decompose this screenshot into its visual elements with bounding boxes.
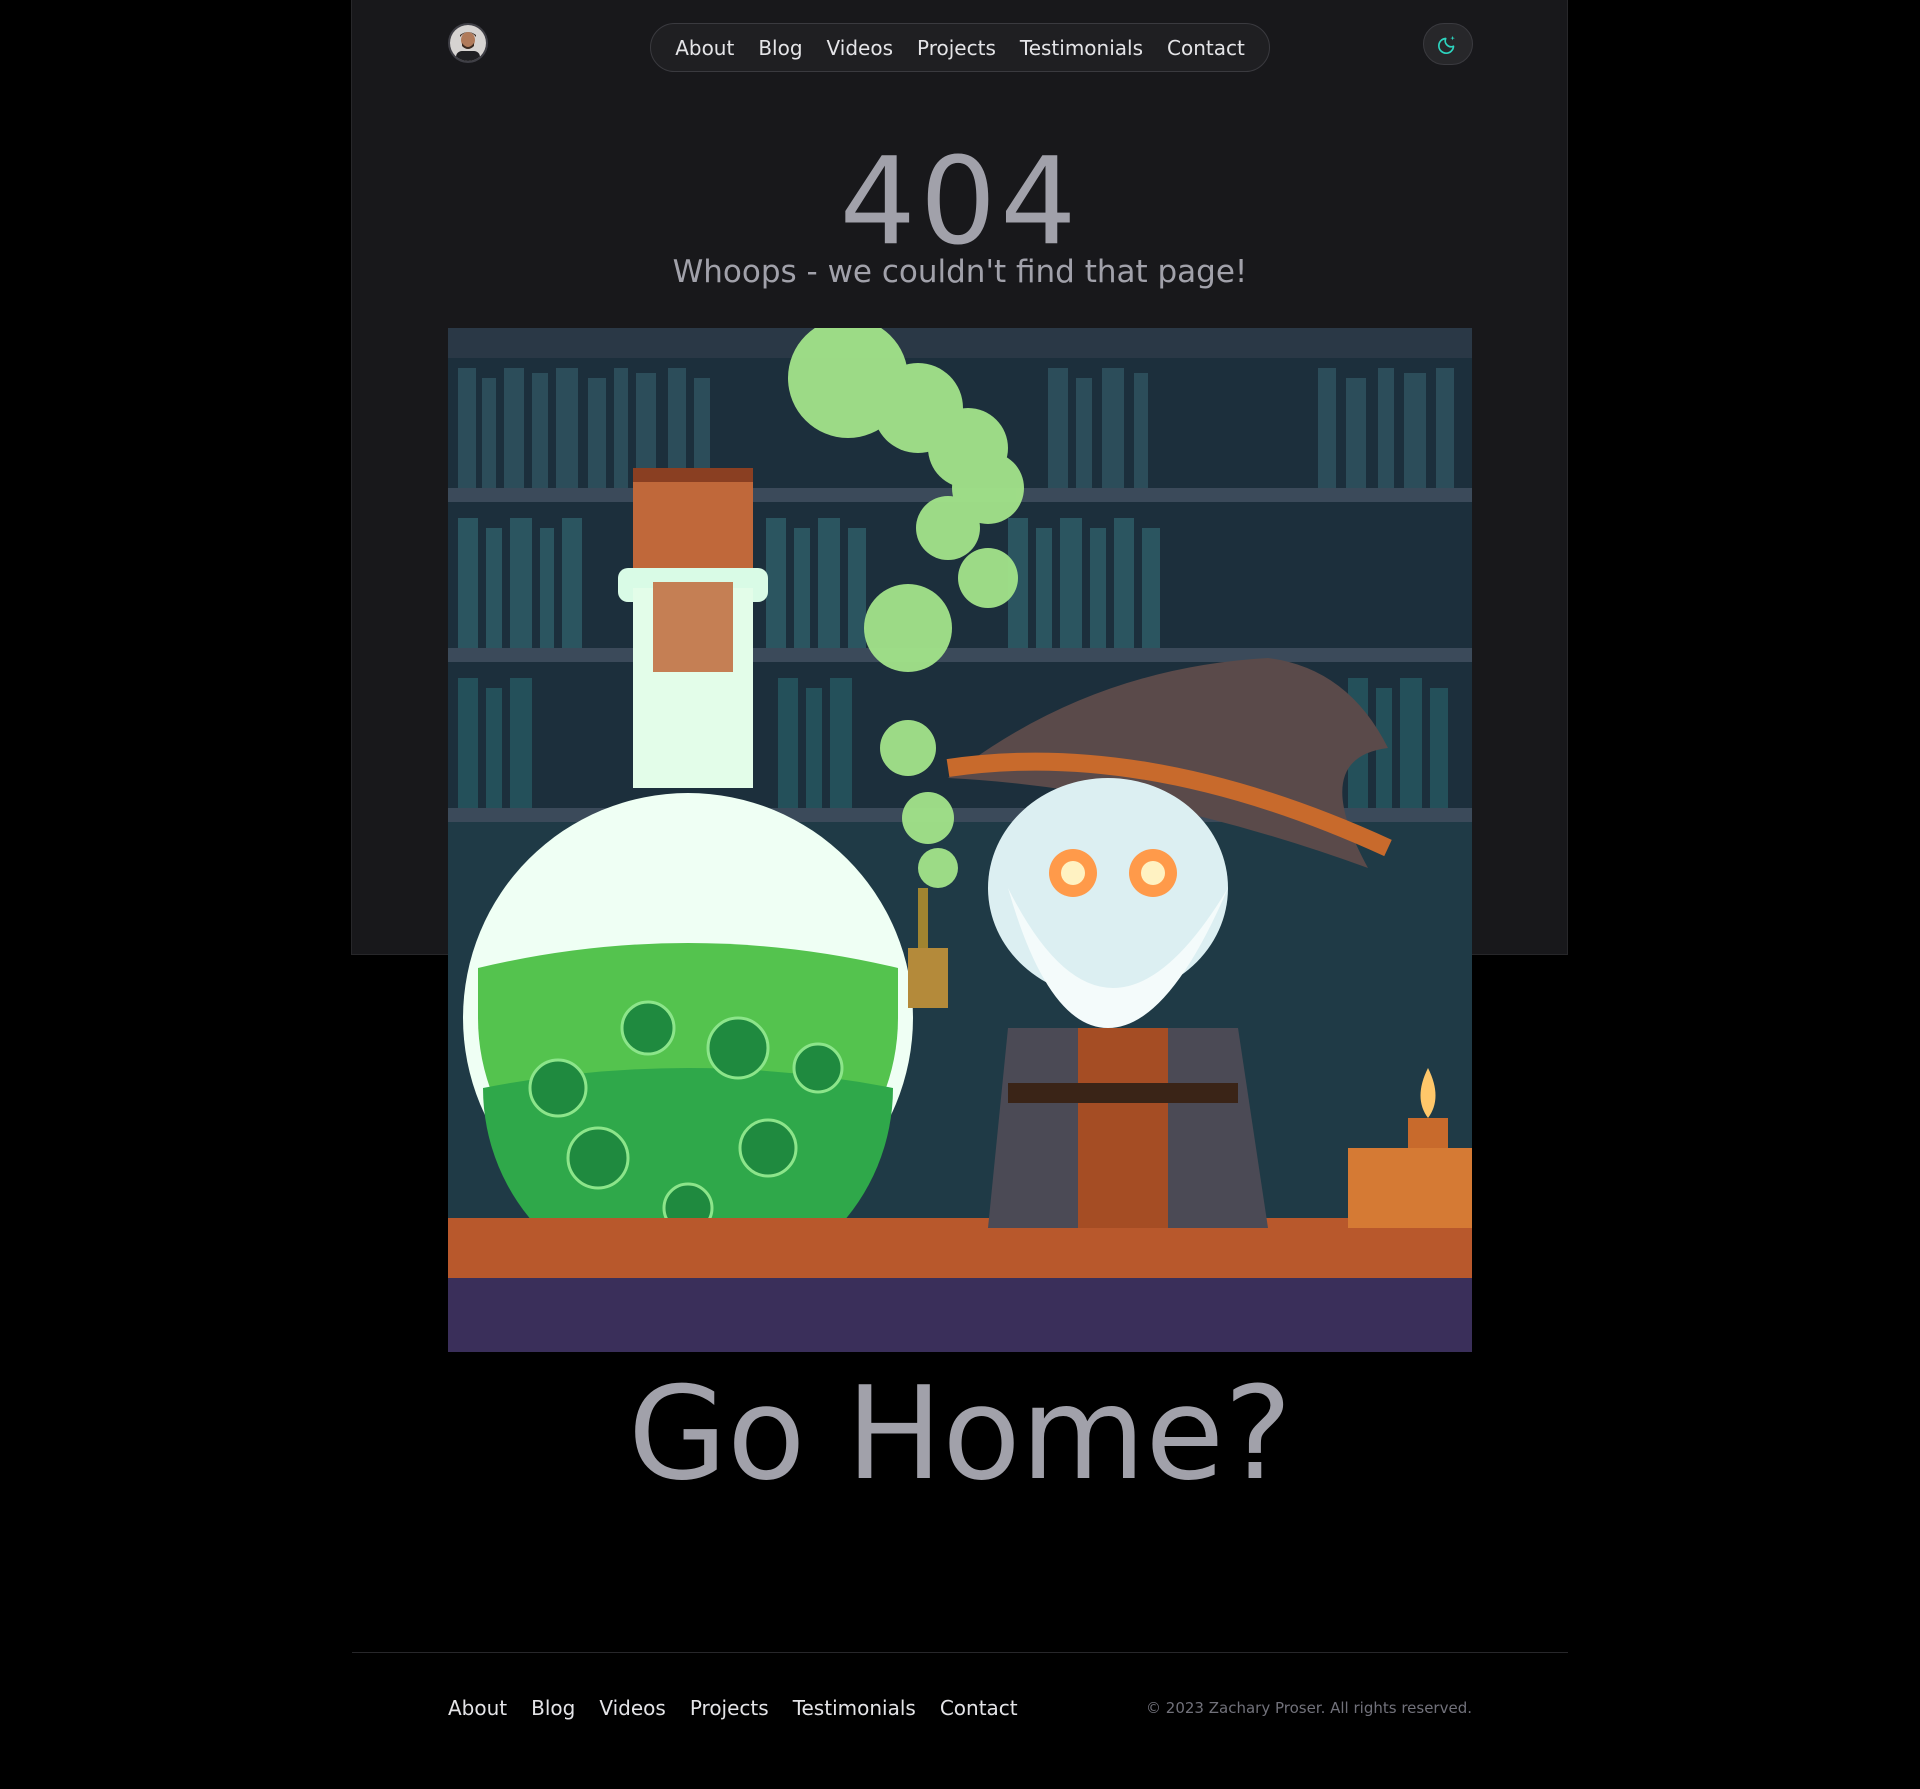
copyright-text: © 2023 Zachary Proser. All rights reserv… [1146,1699,1472,1717]
nav-item-testimonials[interactable]: Testimonials [1020,36,1143,60]
footer-nav: About Blog Videos Projects Testimonials … [448,1696,1018,1720]
footer-item-testimonials[interactable]: Testimonials [793,1696,916,1720]
go-home-link[interactable]: Go Home? [0,1360,1920,1510]
nav-item-contact[interactable]: Contact [1167,36,1245,60]
nav-item-about[interactable]: About [675,36,734,60]
footer-item-about[interactable]: About [448,1696,507,1720]
avatar[interactable] [448,23,488,63]
error-message: Whoops - we couldn't find that page! [672,254,1248,290]
nav-item-blog[interactable]: Blog [758,36,802,60]
theme-toggle-button[interactable] [1423,23,1473,65]
top-nav: About Blog Videos Projects Testimonials … [650,23,1270,72]
avatar-image [450,25,486,61]
nav-item-videos[interactable]: Videos [827,36,893,60]
footer-item-contact[interactable]: Contact [940,1696,1018,1720]
wizard-potion-image [448,328,1472,1352]
footer-divider [352,1652,1568,1653]
footer-item-blog[interactable]: Blog [531,1696,575,1720]
footer-item-videos[interactable]: Videos [599,1696,665,1720]
nav-item-projects[interactable]: Projects [917,36,996,60]
footer-item-projects[interactable]: Projects [690,1696,769,1720]
wizard-illustration [448,328,1472,1352]
moon-sparkle-icon [1438,35,1455,54]
